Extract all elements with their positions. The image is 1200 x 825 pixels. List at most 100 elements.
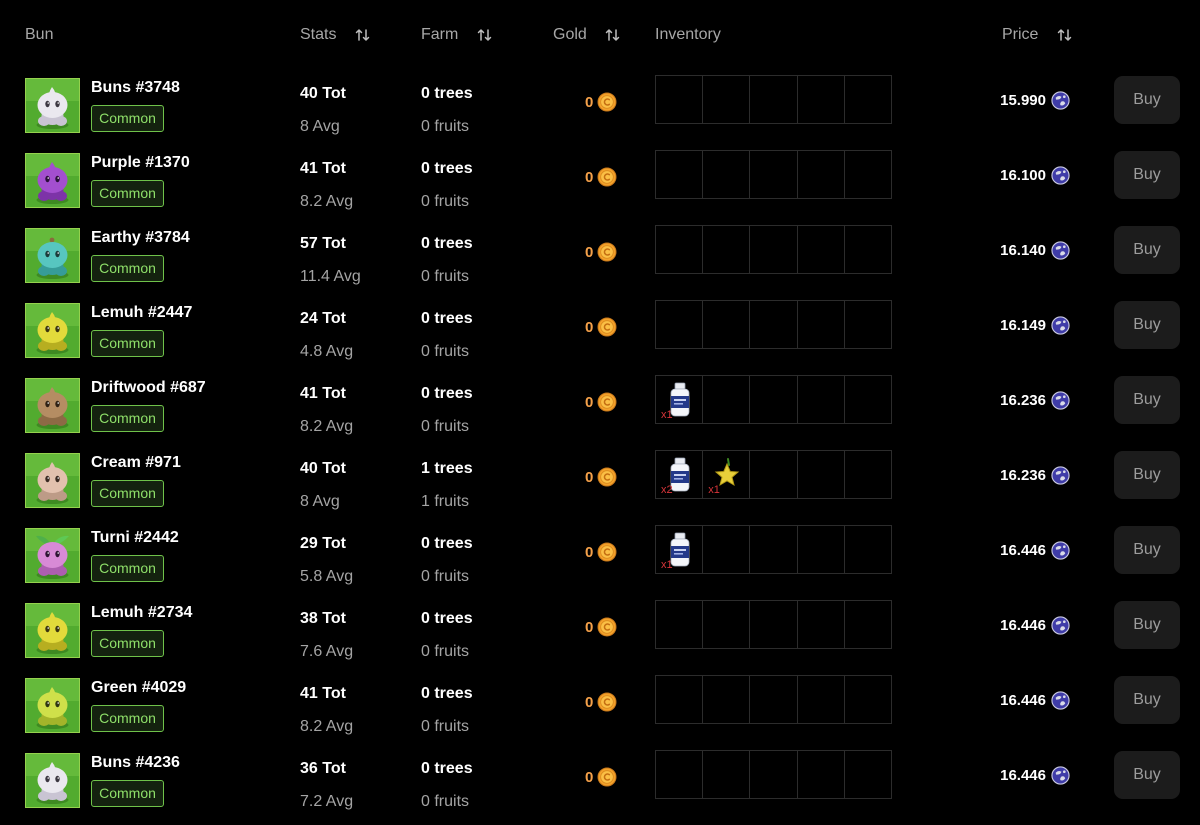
inventory-slot[interactable]: [798, 451, 845, 498]
bun-avatar: [25, 603, 80, 658]
buy-button[interactable]: Buy: [1114, 676, 1180, 724]
inventory-slot[interactable]: [845, 151, 891, 198]
inventory-slot[interactable]: [750, 676, 798, 723]
inventory-slot[interactable]: [750, 601, 798, 648]
inventory-slot[interactable]: [845, 451, 891, 498]
inventory-slot[interactable]: [750, 76, 798, 123]
inventory-slot[interactable]: [845, 376, 891, 423]
inventory-grid: [655, 225, 892, 274]
price-value: 16.446: [1000, 542, 1046, 560]
inventory-slot[interactable]: [798, 601, 845, 648]
inventory-slot[interactable]: [798, 676, 845, 723]
inventory-slot[interactable]: [845, 676, 891, 723]
buy-button[interactable]: Buy: [1114, 751, 1180, 799]
stats-total: 41 Tot: [300, 160, 346, 177]
globe-token-icon: [1051, 90, 1070, 110]
sort-arrows-icon[interactable]: [1057, 27, 1073, 43]
inventory-slot[interactable]: [798, 376, 845, 423]
buy-button[interactable]: Buy: [1114, 226, 1180, 274]
sort-arrows-icon[interactable]: [355, 27, 371, 43]
price: 16.236: [960, 465, 1070, 487]
inventory-slot[interactable]: [703, 676, 751, 723]
table-row[interactable]: Earthy #3784 Common 57 Tot 11.4 Avg 0 tr…: [0, 225, 1200, 300]
inventory-slot[interactable]: [656, 676, 704, 723]
column-header-stats[interactable]: Stats: [300, 24, 371, 46]
inventory-slot[interactable]: [750, 151, 798, 198]
stats-average: 11.4 Avg: [300, 268, 361, 285]
column-header-bun: Bun: [25, 24, 53, 46]
item-quantity: x1: [708, 484, 720, 496]
inventory-slot[interactable]: [703, 151, 751, 198]
table-row[interactable]: Cream #971 Common 40 Tot 8 Avg 1 trees 1…: [0, 450, 1200, 525]
bun-name: Lemuh #2734: [91, 604, 193, 621]
table-row[interactable]: Buns #3748 Common 40 Tot 8 Avg 0 trees 0…: [0, 75, 1200, 150]
table-row[interactable]: Lemuh #2447 Common 24 Tot 4.8 Avg 0 tree…: [0, 300, 1200, 375]
inventory-slot[interactable]: [703, 301, 751, 348]
bun-avatar: [25, 78, 80, 133]
inventory-slot[interactable]: [656, 151, 704, 198]
table-row[interactable]: Purple #1370 Common 41 Tot 8.2 Avg 0 tre…: [0, 150, 1200, 225]
inventory-slot[interactable]: [750, 526, 798, 573]
inventory-slot[interactable]: [750, 226, 798, 273]
inventory-slot[interactable]: [656, 601, 704, 648]
buy-button[interactable]: Buy: [1114, 151, 1180, 199]
buy-button[interactable]: Buy: [1114, 376, 1180, 424]
sort-arrows-icon[interactable]: [605, 27, 621, 43]
inventory-slot[interactable]: [798, 76, 845, 123]
stats-total: 38 Tot: [300, 610, 346, 627]
inventory-slot[interactable]: [656, 226, 704, 273]
inventory-slot[interactable]: [798, 751, 845, 798]
inventory-slot[interactable]: x1: [703, 451, 751, 498]
inventory-slot[interactable]: [703, 226, 751, 273]
stats-total: 29 Tot: [300, 535, 346, 552]
table-row[interactable]: Green #4029 Common 41 Tot 8.2 Avg 0 tree…: [0, 675, 1200, 750]
sort-arrows-icon[interactable]: [477, 27, 493, 43]
buy-button[interactable]: Buy: [1114, 301, 1180, 349]
buy-button[interactable]: Buy: [1114, 451, 1180, 499]
inventory-slot[interactable]: [703, 751, 751, 798]
buy-button[interactable]: Buy: [1114, 76, 1180, 124]
inventory-slot[interactable]: x1: [656, 376, 704, 423]
bun-name: Green #4029: [91, 679, 187, 696]
inventory-slot[interactable]: x1: [656, 526, 704, 573]
inventory-slot[interactable]: [845, 601, 891, 648]
table-row[interactable]: Driftwood #687 Common 41 Tot 8.2 Avg 0 t…: [0, 375, 1200, 450]
inventory-slot[interactable]: [750, 301, 798, 348]
inventory-slot[interactable]: [845, 226, 891, 273]
table-row[interactable]: Lemuh #2734 Common 38 Tot 7.6 Avg 0 tree…: [0, 600, 1200, 675]
inventory-slot[interactable]: [845, 76, 891, 123]
buy-button[interactable]: Buy: [1114, 601, 1180, 649]
gold-value: 0: [585, 394, 594, 411]
inventory-slot[interactable]: [845, 751, 891, 798]
inventory-slot[interactable]: [798, 151, 845, 198]
inventory-slot[interactable]: [656, 751, 704, 798]
inventory-slot[interactable]: [798, 301, 845, 348]
table-row[interactable]: Turni #2442 Common 29 Tot 5.8 Avg 0 tree…: [0, 525, 1200, 600]
inventory-slot[interactable]: [703, 601, 751, 648]
inventory-slot[interactable]: [703, 376, 751, 423]
column-header-farm[interactable]: Farm: [421, 24, 493, 46]
inventory-slot[interactable]: x2: [656, 451, 704, 498]
inventory-slot[interactable]: [750, 451, 798, 498]
inventory-slot[interactable]: [703, 526, 751, 573]
bun-name: Earthy #3784: [91, 229, 190, 246]
farm-trees: 0 trees: [421, 235, 473, 252]
inventory-slot[interactable]: [798, 226, 845, 273]
column-header-gold[interactable]: Gold: [553, 24, 621, 46]
gold-amount: 0: [585, 692, 617, 714]
price-value: 16.149: [1000, 317, 1046, 335]
inventory-slot[interactable]: [750, 751, 798, 798]
table-row[interactable]: Buns #4236 Common 36 Tot 7.2 Avg 0 trees…: [0, 750, 1200, 825]
inventory-slot[interactable]: [845, 301, 891, 348]
inventory-slot[interactable]: [703, 76, 751, 123]
farm-trees: 0 trees: [421, 85, 473, 102]
buy-button[interactable]: Buy: [1114, 526, 1180, 574]
inventory-slot[interactable]: [798, 526, 845, 573]
inventory-slot[interactable]: [656, 76, 704, 123]
inventory-slot[interactable]: [656, 301, 704, 348]
column-header-price[interactable]: Price: [1002, 24, 1073, 46]
bun-name: Driftwood #687: [91, 379, 206, 396]
inventory-slot[interactable]: [750, 376, 798, 423]
inventory-slot[interactable]: [845, 526, 891, 573]
globe-token-icon: [1051, 240, 1070, 260]
